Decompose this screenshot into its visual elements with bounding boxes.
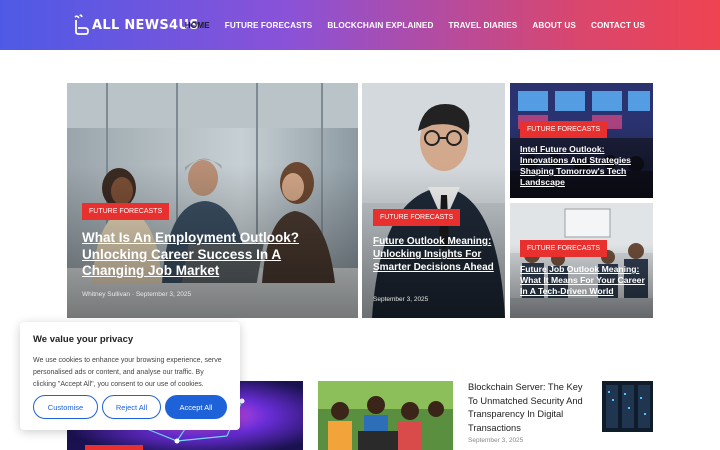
nav-home[interactable]: HOME (185, 21, 210, 30)
logo-icon (74, 14, 89, 35)
article-title[interactable]: Future Job Outlook Meaning: What It Mean… (520, 264, 648, 297)
logo-text: ALL NEWS4US (92, 17, 199, 33)
side-post-date: September 3, 2025 (468, 437, 524, 444)
category-badge[interactable]: FUTURE FORECASTS (373, 209, 461, 226)
customise-button[interactable]: Customise (33, 395, 98, 419)
article-title[interactable]: What Is An Employment Outlook? Unlocking… (82, 230, 312, 280)
nav-about-us[interactable]: ABOUT US (532, 21, 576, 30)
server-room-image (602, 381, 653, 432)
article-title[interactable]: Intel Future Outlook: Innovations And St… (520, 144, 645, 188)
cookie-buttons: Customise Reject All Accept All (33, 395, 227, 419)
reject-all-button[interactable]: Reject All (102, 395, 161, 419)
featured-card-main[interactable]: FUTURE FORECASTS What Is An Employment O… (67, 83, 358, 318)
post-thumb-group[interactable] (318, 381, 453, 450)
nav-blockchain-explained[interactable]: BLOCKCHAIN EXPLAINED (327, 21, 433, 30)
category-badge[interactable]: FUTURE FORECASTS (82, 203, 170, 220)
cookie-body: We use cookies to enhance your browsing … (33, 357, 222, 388)
site-logo[interactable]: ALL NEWS4US (72, 14, 199, 36)
accept-all-button[interactable]: Accept All (165, 395, 227, 419)
article-meta: Whitney Sullivan · September 3, 2025 (82, 291, 192, 298)
post-thumb-server[interactable] (602, 381, 653, 432)
category-badge[interactable]: FUTURE FORECASTS (520, 121, 608, 138)
side-post-title[interactable]: Blockchain Server: The Key To Unmatched … (468, 381, 593, 435)
category-badge[interactable]: FUTURE FORECASTS (520, 240, 608, 257)
nav-future-forecasts[interactable]: FUTURE FORECASTS (225, 21, 313, 30)
main-nav: HOME FUTURE FORECASTS BLOCKCHAIN EXPLAIN… (185, 0, 645, 50)
nav-contact-us[interactable]: CONTACT US (591, 21, 645, 30)
group-laptop-image (318, 381, 453, 450)
site-header: ALL NEWS4US HOME FUTURE FORECASTS BLOCKC… (0, 0, 720, 50)
featured-card-third[interactable]: FUTURE FORECASTS Intel Future Outlook: I… (510, 83, 653, 198)
nav-travel-diaries[interactable]: TRAVEL DIARIES (448, 21, 517, 30)
featured-card-second[interactable]: FUTURE FORECASTS Future Outlook Meaning:… (362, 83, 505, 318)
article-title[interactable]: Future Outlook Meaning: Unlocking Insigh… (373, 235, 495, 274)
cookie-consent-dialog: We value your privacy We use cookies to … (20, 322, 240, 430)
article-meta: September 3, 2025 (373, 296, 429, 303)
cookie-heading: We value your privacy (33, 334, 134, 345)
featured-card-fourth[interactable]: FUTURE FORECASTS Future Job Outlook Mean… (510, 203, 653, 318)
